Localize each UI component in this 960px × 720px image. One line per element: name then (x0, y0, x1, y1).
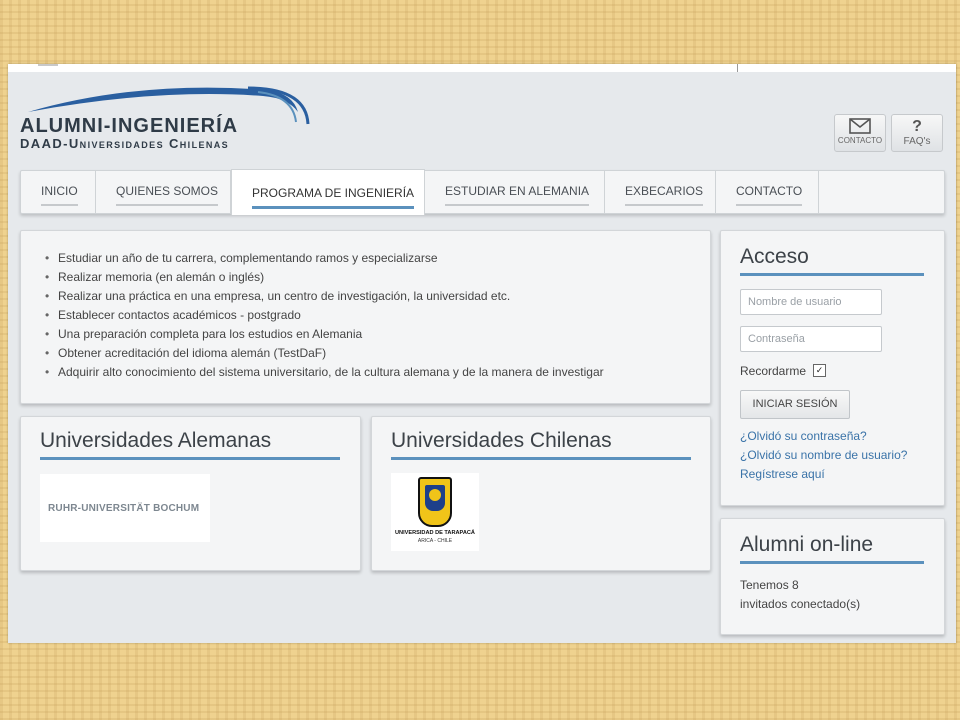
nav-item-programa-ingenieria[interactable]: PROGRAMA DE INGENIERÍA (231, 169, 425, 215)
nav-item-quienes-somos[interactable]: QUIENES SOMOS (96, 171, 231, 213)
list-item: Adquirir alto conocimiento del sistema u… (45, 363, 604, 382)
panel-title: Alumni on-line (740, 533, 924, 564)
browser-page: ALUMNI-INGENIERÍA DAAD-Universidades Chi… (8, 64, 956, 643)
nav-item-exbecarios[interactable]: EXBECARIOS (605, 171, 716, 213)
top-strip-divider (737, 64, 738, 72)
list-item: Estudiar un año de tu carrera, complemen… (45, 249, 604, 268)
list-item: Realizar memoria (en alemán o inglés) (45, 268, 604, 287)
register-link[interactable]: Regístrese aquí (740, 467, 825, 481)
faq-button-label: FAQ's (903, 136, 931, 147)
logo-title: ALUMNI-INGENIERÍA (20, 115, 239, 137)
logo-subtitle: DAAD-Universidades Chilenas (20, 136, 230, 151)
nav-item-label: ESTUDIAR EN ALEMANIA (445, 184, 590, 206)
chilean-universities-panel: Universidades Chilenas UNIVERSIDAD DE TA… (371, 416, 711, 571)
panel-title: Acceso (740, 245, 924, 276)
online-count-text: Tenemos 8 (740, 578, 799, 592)
list-item: Obtener acreditación del idioma alemán (… (45, 344, 604, 363)
list-item: Establecer contactos académicos - postgr… (45, 306, 604, 325)
contact-button-label: CONTACTO (837, 136, 883, 145)
list-item: Una preparación completa para los estudi… (45, 325, 604, 344)
site-logo[interactable]: ALUMNI-INGENIERÍA DAAD-Universidades Chi… (18, 82, 318, 152)
tarapaca-logo-name: UNIVERSIDAD DE TARAPACÁ (395, 530, 475, 536)
password-input[interactable] (740, 326, 882, 352)
remember-me-label: Recordarme (740, 364, 807, 378)
benefits-panel: Estudiar un año de tu carrera, complemen… (20, 230, 711, 404)
nav-item-label: CONTACTO (736, 184, 803, 206)
faq-button[interactable]: ? FAQ's (891, 114, 943, 152)
nav-item-inicio[interactable]: INICIO (21, 171, 96, 213)
tarapaca-logo[interactable]: UNIVERSIDAD DE TARAPACÁ ARICA - CHILE (391, 473, 479, 551)
top-strip (8, 64, 956, 72)
nav-item-label: INICIO (41, 184, 78, 206)
tarapaca-logo-city: ARICA - CHILE (417, 538, 453, 544)
benefits-list: Estudiar un año de tu carrera, complemen… (45, 249, 604, 382)
bochum-logo[interactable]: RUHR-UNIVERSITÄT BOCHUM (40, 474, 210, 542)
nav-item-label: QUIENES SOMOS (116, 184, 219, 206)
bochum-logo-text: RUHR-UNIVERSITÄT BOCHUM (48, 503, 200, 514)
main-nav: INICIO QUIENES SOMOS PROGRAMA DE INGENIE… (20, 169, 945, 215)
forgot-username-link[interactable]: ¿Olvidó su nombre de usuario? (740, 448, 907, 462)
list-item: Realizar una práctica en una empresa, un… (45, 287, 604, 306)
top-strip-mark (38, 64, 58, 66)
panel-title: Universidades Chilenas (391, 429, 691, 460)
online-guests-text: invitados conectado(s) (740, 597, 861, 611)
login-panel: Acceso Recordarme ✓ INICIAR SESIÓN ¿Olvi… (720, 230, 945, 506)
german-universities-panel: Universidades Alemanas RUHR-UNIVERSITÄT … (20, 416, 361, 571)
username-input[interactable] (740, 289, 882, 315)
login-button[interactable]: INICIAR SESIÓN (740, 390, 850, 419)
remember-me-checkbox[interactable]: ✓ (813, 364, 826, 377)
nav-item-estudiar-alemania[interactable]: ESTUDIAR EN ALEMANIA (425, 171, 605, 213)
forgot-password-link[interactable]: ¿Olvidó su contraseña? (740, 429, 867, 443)
nav-item-contacto[interactable]: CONTACTO (716, 171, 819, 213)
envelope-icon (835, 118, 885, 136)
shield-icon (418, 477, 452, 527)
nav-item-label: EXBECARIOS (625, 184, 704, 206)
panel-title: Universidades Alemanas (40, 429, 340, 460)
question-icon: ? (912, 118, 922, 135)
contact-button[interactable]: CONTACTO (834, 114, 886, 152)
nav-item-label: PROGRAMA DE INGENIERÍA (252, 186, 415, 209)
alumni-online-panel: Alumni on-line Tenemos 8 invitados conec… (720, 518, 945, 635)
